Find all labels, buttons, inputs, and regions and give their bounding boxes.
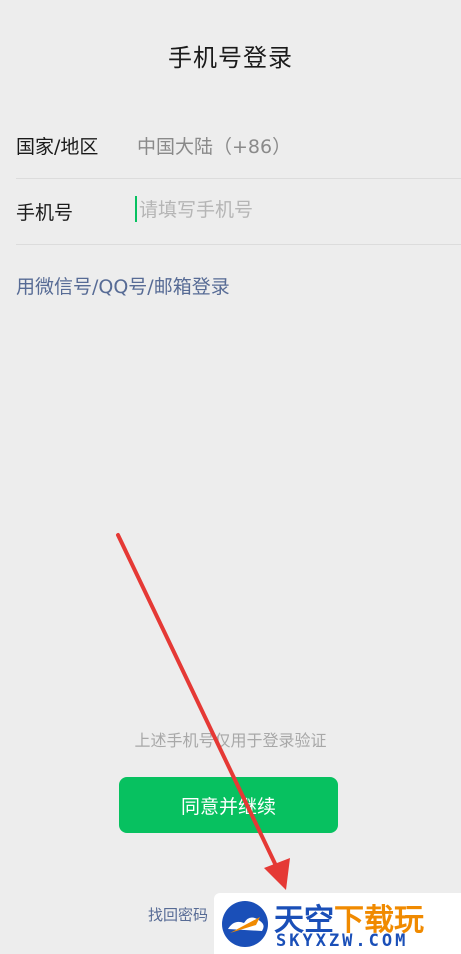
phone-label: 手机号 — [16, 202, 74, 224]
page-title: 手机号登录 — [168, 44, 293, 72]
text-cursor — [135, 196, 137, 222]
arrow-head — [264, 858, 290, 890]
country-region-label: 国家/地区 — [16, 136, 99, 158]
login-screen: 手机号登录 国家/地区 中国大陆（+86） 手机号 用微信号/QQ号/邮箱登录 … — [0, 0, 461, 954]
phone-input[interactable] — [135, 192, 439, 228]
alt-login-link[interactable]: 用微信号/QQ号/邮箱登录 — [16, 272, 230, 299]
cloud-plane-logo-icon — [222, 901, 268, 947]
country-region-row[interactable]: 国家/地区 中国大陆（+86） — [16, 112, 461, 179]
verification-notice: 上述手机号仅用于登录验证 — [134, 731, 327, 750]
agree-continue-button[interactable]: 同意并继续 — [119, 777, 338, 833]
phone-row: 手机号 — [16, 178, 461, 245]
find-password-link[interactable]: 找回密码 — [148, 904, 208, 925]
watermark-domain: SKYXZW.COM — [276, 931, 409, 951]
site-watermark: 天空下载玩 SKYXZW.COM — [214, 893, 461, 954]
country-region-value[interactable]: 中国大陆（+86） — [137, 132, 291, 159]
